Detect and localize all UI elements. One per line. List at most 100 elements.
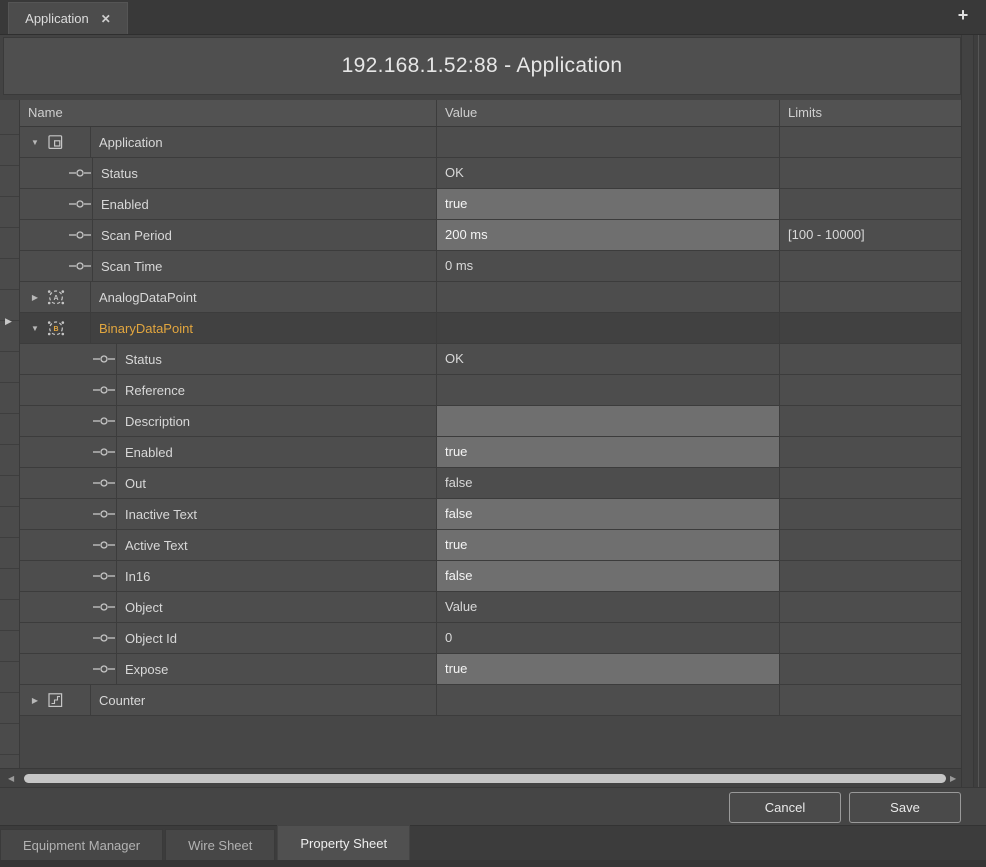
table-row[interactable]: Description bbox=[20, 406, 961, 437]
row-name: Inactive Text bbox=[116, 499, 436, 529]
expander-icon[interactable]: ▶ bbox=[28, 293, 42, 302]
analog-datapoint-icon: A bbox=[46, 287, 66, 307]
gutter-cell bbox=[0, 197, 19, 228]
row-limits bbox=[779, 344, 961, 374]
gutter-cell bbox=[0, 662, 19, 693]
gutter-cell bbox=[0, 445, 19, 476]
table-row[interactable]: In16 false bbox=[20, 561, 961, 592]
page-title: 192.168.1.52:88 - Application bbox=[3, 37, 961, 95]
row-value[interactable]: true bbox=[436, 189, 779, 219]
row-value bbox=[436, 282, 779, 312]
hscroll-right-icon[interactable]: ▶ bbox=[950, 774, 956, 783]
property-icon bbox=[92, 539, 116, 551]
row-name: Enabled bbox=[116, 437, 436, 467]
vertical-scrollbar[interactable] bbox=[961, 35, 974, 787]
gutter-cell bbox=[0, 476, 19, 507]
expander-icon[interactable]: ▼ bbox=[28, 324, 42, 333]
row-limits bbox=[779, 251, 961, 281]
table-row[interactable]: Out false bbox=[20, 468, 961, 499]
property-icon bbox=[92, 446, 116, 458]
property-icon bbox=[68, 198, 92, 210]
property-icon bbox=[92, 415, 116, 427]
view-tab-property-sheet[interactable]: Property Sheet bbox=[277, 825, 410, 860]
row-value[interactable] bbox=[436, 406, 779, 436]
row-value[interactable]: true bbox=[436, 654, 779, 684]
row-limits bbox=[779, 592, 961, 622]
row-limits bbox=[779, 189, 961, 219]
save-button[interactable]: Save bbox=[849, 792, 961, 823]
row-name: Out bbox=[116, 468, 436, 498]
table-row[interactable]: Status OK bbox=[20, 344, 961, 375]
table-row[interactable]: Expose true bbox=[20, 654, 961, 685]
table-row[interactable]: Status OK bbox=[20, 158, 961, 189]
property-rows: ▼ Application Status OK bbox=[20, 127, 961, 716]
hscroll-left-icon[interactable]: ◀ bbox=[8, 774, 14, 783]
table-row[interactable]: ▼ Application bbox=[20, 127, 961, 158]
expander-icon[interactable]: ▶ bbox=[28, 696, 42, 705]
gutter-cell bbox=[0, 724, 19, 755]
table-row[interactable]: Object Value bbox=[20, 592, 961, 623]
property-icon bbox=[92, 508, 116, 520]
tree-indent bbox=[20, 499, 92, 529]
tree-indent bbox=[20, 158, 68, 188]
close-icon[interactable]: ✕ bbox=[101, 13, 111, 25]
row-value[interactable]: true bbox=[436, 530, 779, 560]
tree-indent bbox=[20, 313, 28, 343]
gutter-cell bbox=[0, 166, 19, 197]
tree-indent bbox=[20, 189, 68, 219]
row-value: Value bbox=[436, 592, 779, 622]
view-tab-equipment-manager[interactable]: Equipment Manager bbox=[0, 829, 163, 860]
application-icon bbox=[46, 132, 66, 152]
property-icon bbox=[92, 570, 116, 582]
row-value[interactable]: false bbox=[436, 499, 779, 529]
gutter-cell bbox=[0, 352, 19, 383]
table-row[interactable]: Active Text true bbox=[20, 530, 961, 561]
svg-text:A: A bbox=[53, 295, 58, 302]
row-name: Status bbox=[116, 344, 436, 374]
table-row[interactable]: Object Id 0 bbox=[20, 623, 961, 654]
tab-application[interactable]: Application ✕ bbox=[8, 2, 128, 34]
row-value: 0 bbox=[436, 623, 779, 653]
property-icon bbox=[92, 632, 116, 644]
gutter-cell bbox=[0, 100, 19, 135]
cancel-button[interactable]: Cancel bbox=[729, 792, 841, 823]
tree-indent bbox=[20, 685, 28, 715]
table-row[interactable]: ▼ B BinaryDataPoint bbox=[20, 313, 961, 344]
top-tab-bar: Application ✕ + bbox=[0, 0, 986, 35]
column-header-value: Value bbox=[436, 100, 779, 126]
tree-indent bbox=[20, 375, 92, 405]
property-icon bbox=[68, 167, 92, 179]
table-row[interactable]: Reference bbox=[20, 375, 961, 406]
table-row[interactable]: Enabled true bbox=[20, 189, 961, 220]
tree-indent bbox=[20, 561, 92, 591]
column-header-name: Name bbox=[20, 100, 436, 126]
tree-indent bbox=[20, 344, 92, 374]
row-value[interactable]: true bbox=[436, 437, 779, 467]
tree-indent bbox=[20, 406, 92, 436]
row-marker-icon: ▶ bbox=[5, 317, 12, 326]
gutter-cell bbox=[0, 600, 19, 631]
hscroll-thumb[interactable] bbox=[24, 774, 946, 783]
gutter-cell bbox=[0, 228, 19, 259]
table-row[interactable]: ▶ Counter bbox=[20, 685, 961, 716]
row-limits bbox=[779, 375, 961, 405]
add-tab-icon[interactable]: + bbox=[954, 5, 972, 26]
table-row[interactable]: Inactive Text false bbox=[20, 499, 961, 530]
table-row[interactable]: ▶ A AnalogDataPoint bbox=[20, 282, 961, 313]
gutter-cell bbox=[0, 259, 19, 290]
table-row[interactable]: Scan Period 200 ms [100 - 10000] bbox=[20, 220, 961, 251]
row-value[interactable]: 200 ms bbox=[436, 220, 779, 250]
expander-icon[interactable]: ▼ bbox=[28, 138, 42, 147]
gutter-cell bbox=[0, 414, 19, 445]
row-gutter bbox=[0, 100, 20, 768]
row-value[interactable]: false bbox=[436, 561, 779, 591]
row-value bbox=[436, 127, 779, 157]
view-tab-wire-sheet[interactable]: Wire Sheet bbox=[165, 829, 275, 860]
horizontal-scrollbar[interactable]: ◀ ▶ bbox=[0, 768, 961, 787]
table-row[interactable]: Enabled true bbox=[20, 437, 961, 468]
table-row[interactable]: Scan Time 0 ms bbox=[20, 251, 961, 282]
row-limits bbox=[779, 437, 961, 467]
gutter-cell bbox=[0, 507, 19, 538]
property-icon bbox=[92, 601, 116, 613]
tree-indent bbox=[20, 251, 68, 281]
